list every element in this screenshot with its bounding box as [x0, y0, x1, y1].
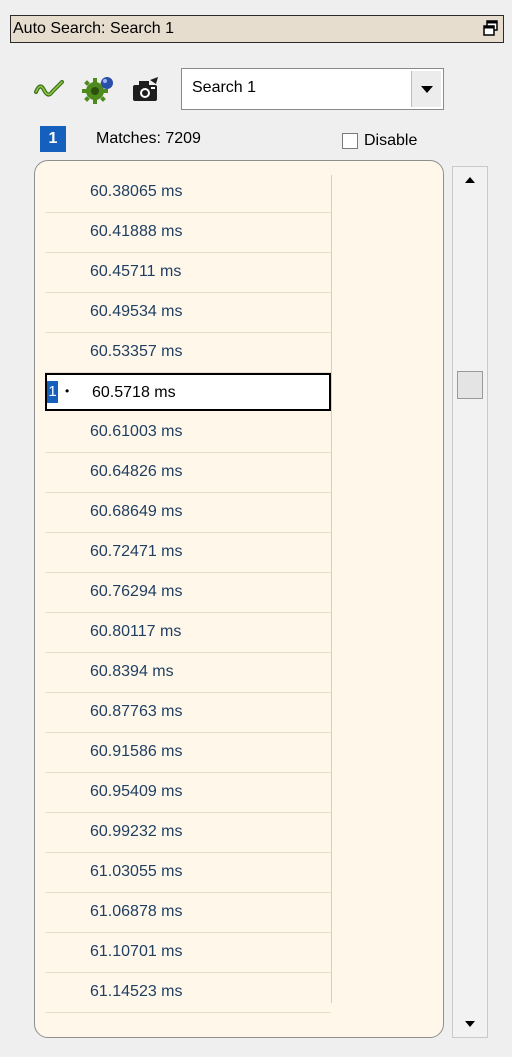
list-item-value: 60.72471 ms — [90, 543, 183, 560]
list-item[interactable]: 60.72471 ms — [45, 533, 331, 573]
list-item[interactable]: 60.49534 ms — [45, 293, 331, 333]
window-titlebar: Auto Search: Search 1 — [10, 15, 504, 43]
list-item[interactable]: 60.76294 ms — [45, 573, 331, 613]
list-item[interactable]: 60.87763 ms — [45, 693, 331, 733]
list-item-value: 60.5718 ms — [92, 384, 176, 401]
cursor-marker: 1 — [47, 381, 58, 403]
list-item-value: 60.91586 ms — [90, 743, 183, 760]
list-item-value: 61.14523 ms — [90, 983, 183, 1000]
list-item[interactable]: 60.95409 ms — [45, 773, 331, 813]
match-count-badge: 1 — [40, 126, 66, 152]
list-item[interactable]: 61.14523 ms — [45, 973, 331, 1013]
disable-checkbox[interactable] — [342, 133, 358, 149]
camera-icon[interactable] — [130, 76, 162, 104]
list-item-value: 61.06878 ms — [90, 903, 183, 920]
list-item-value: 60.80117 ms — [90, 623, 182, 640]
list-item[interactable]: 60.8394 ms — [45, 653, 331, 693]
list-item[interactable]: 60.53357 ms — [45, 333, 331, 373]
chevron-down-icon[interactable] — [411, 71, 441, 107]
scroll-up-arrow-icon[interactable] — [453, 167, 487, 193]
scroll-down-arrow-icon[interactable] — [453, 1011, 487, 1037]
list-item[interactable]: 61.03055 ms — [45, 853, 331, 893]
waveform-icon[interactable] — [34, 76, 66, 104]
gear-icon[interactable] — [82, 76, 114, 104]
scrollbar-thumb[interactable] — [457, 371, 483, 399]
search-select[interactable]: Search 1 — [181, 68, 444, 110]
selected-list-item[interactable]: 1 • 60.5718 ms — [45, 373, 331, 411]
list-item[interactable]: 60.80117 ms — [45, 613, 331, 653]
list-item[interactable]: 60.99232 ms — [45, 813, 331, 853]
list-item-value: 60.87763 ms — [90, 703, 183, 720]
list-item-value: 60.45711 ms — [90, 263, 182, 280]
list-item-value: 60.38065 ms — [90, 183, 183, 200]
list-item[interactable]: 60.41888 ms — [45, 213, 331, 253]
list-item[interactable]: 60.91586 ms — [45, 733, 331, 773]
list-item[interactable]: 60.45711 ms — [45, 253, 331, 293]
list-item[interactable]: 60.68649 ms — [45, 493, 331, 533]
disable-toggle[interactable]: Disable — [342, 132, 417, 150]
cursor-bullet: • — [65, 384, 70, 398]
match-list[interactable]: 60.38065 ms 60.41888 ms 60.45711 ms 60.4953… — [34, 160, 444, 1038]
list-item[interactable]: 60.64826 ms — [45, 453, 331, 493]
disable-label: Disable — [364, 132, 418, 149]
match-rows: 60.38065 ms 60.41888 ms 60.45711 ms 60.4953… — [45, 173, 331, 1013]
search-select-value: Search 1 — [192, 79, 257, 96]
matches-label: Matches: 7209 — [96, 130, 201, 147]
restore-window-icon[interactable] — [482, 19, 500, 37]
window-title: Auto Search: Search 1 — [13, 20, 174, 37]
column-divider — [331, 175, 332, 1003]
matches-row: 1 Matches: 7209 Disable — [38, 126, 458, 156]
list-item[interactable]: 60.38065 ms — [45, 173, 331, 213]
list-item-value: 60.99232 ms — [90, 823, 183, 840]
list-item-value: 60.68649 ms — [90, 503, 183, 520]
list-item-value: 60.76294 ms — [90, 583, 183, 600]
list-item[interactable]: 61.06878 ms — [45, 893, 331, 933]
list-item-value: 61.03055 ms — [90, 863, 183, 880]
toolbar: Search 1 — [34, 68, 454, 112]
vertical-scrollbar[interactable] — [452, 166, 488, 1038]
list-item-value: 61.10701 ms — [90, 943, 183, 960]
list-item-value: 60.49534 ms — [90, 303, 183, 320]
list-item-value: 60.64826 ms — [90, 463, 183, 480]
list-item-value: 60.8394 ms — [90, 663, 174, 680]
list-item-value: 60.95409 ms — [90, 783, 183, 800]
list-item-value: 60.53357 ms — [90, 343, 183, 360]
list-item-value: 60.61003 ms — [90, 423, 183, 440]
list-item-value: 60.41888 ms — [90, 223, 183, 240]
list-item[interactable]: 61.10701 ms — [45, 933, 331, 973]
list-item[interactable]: 60.61003 ms — [45, 413, 331, 453]
